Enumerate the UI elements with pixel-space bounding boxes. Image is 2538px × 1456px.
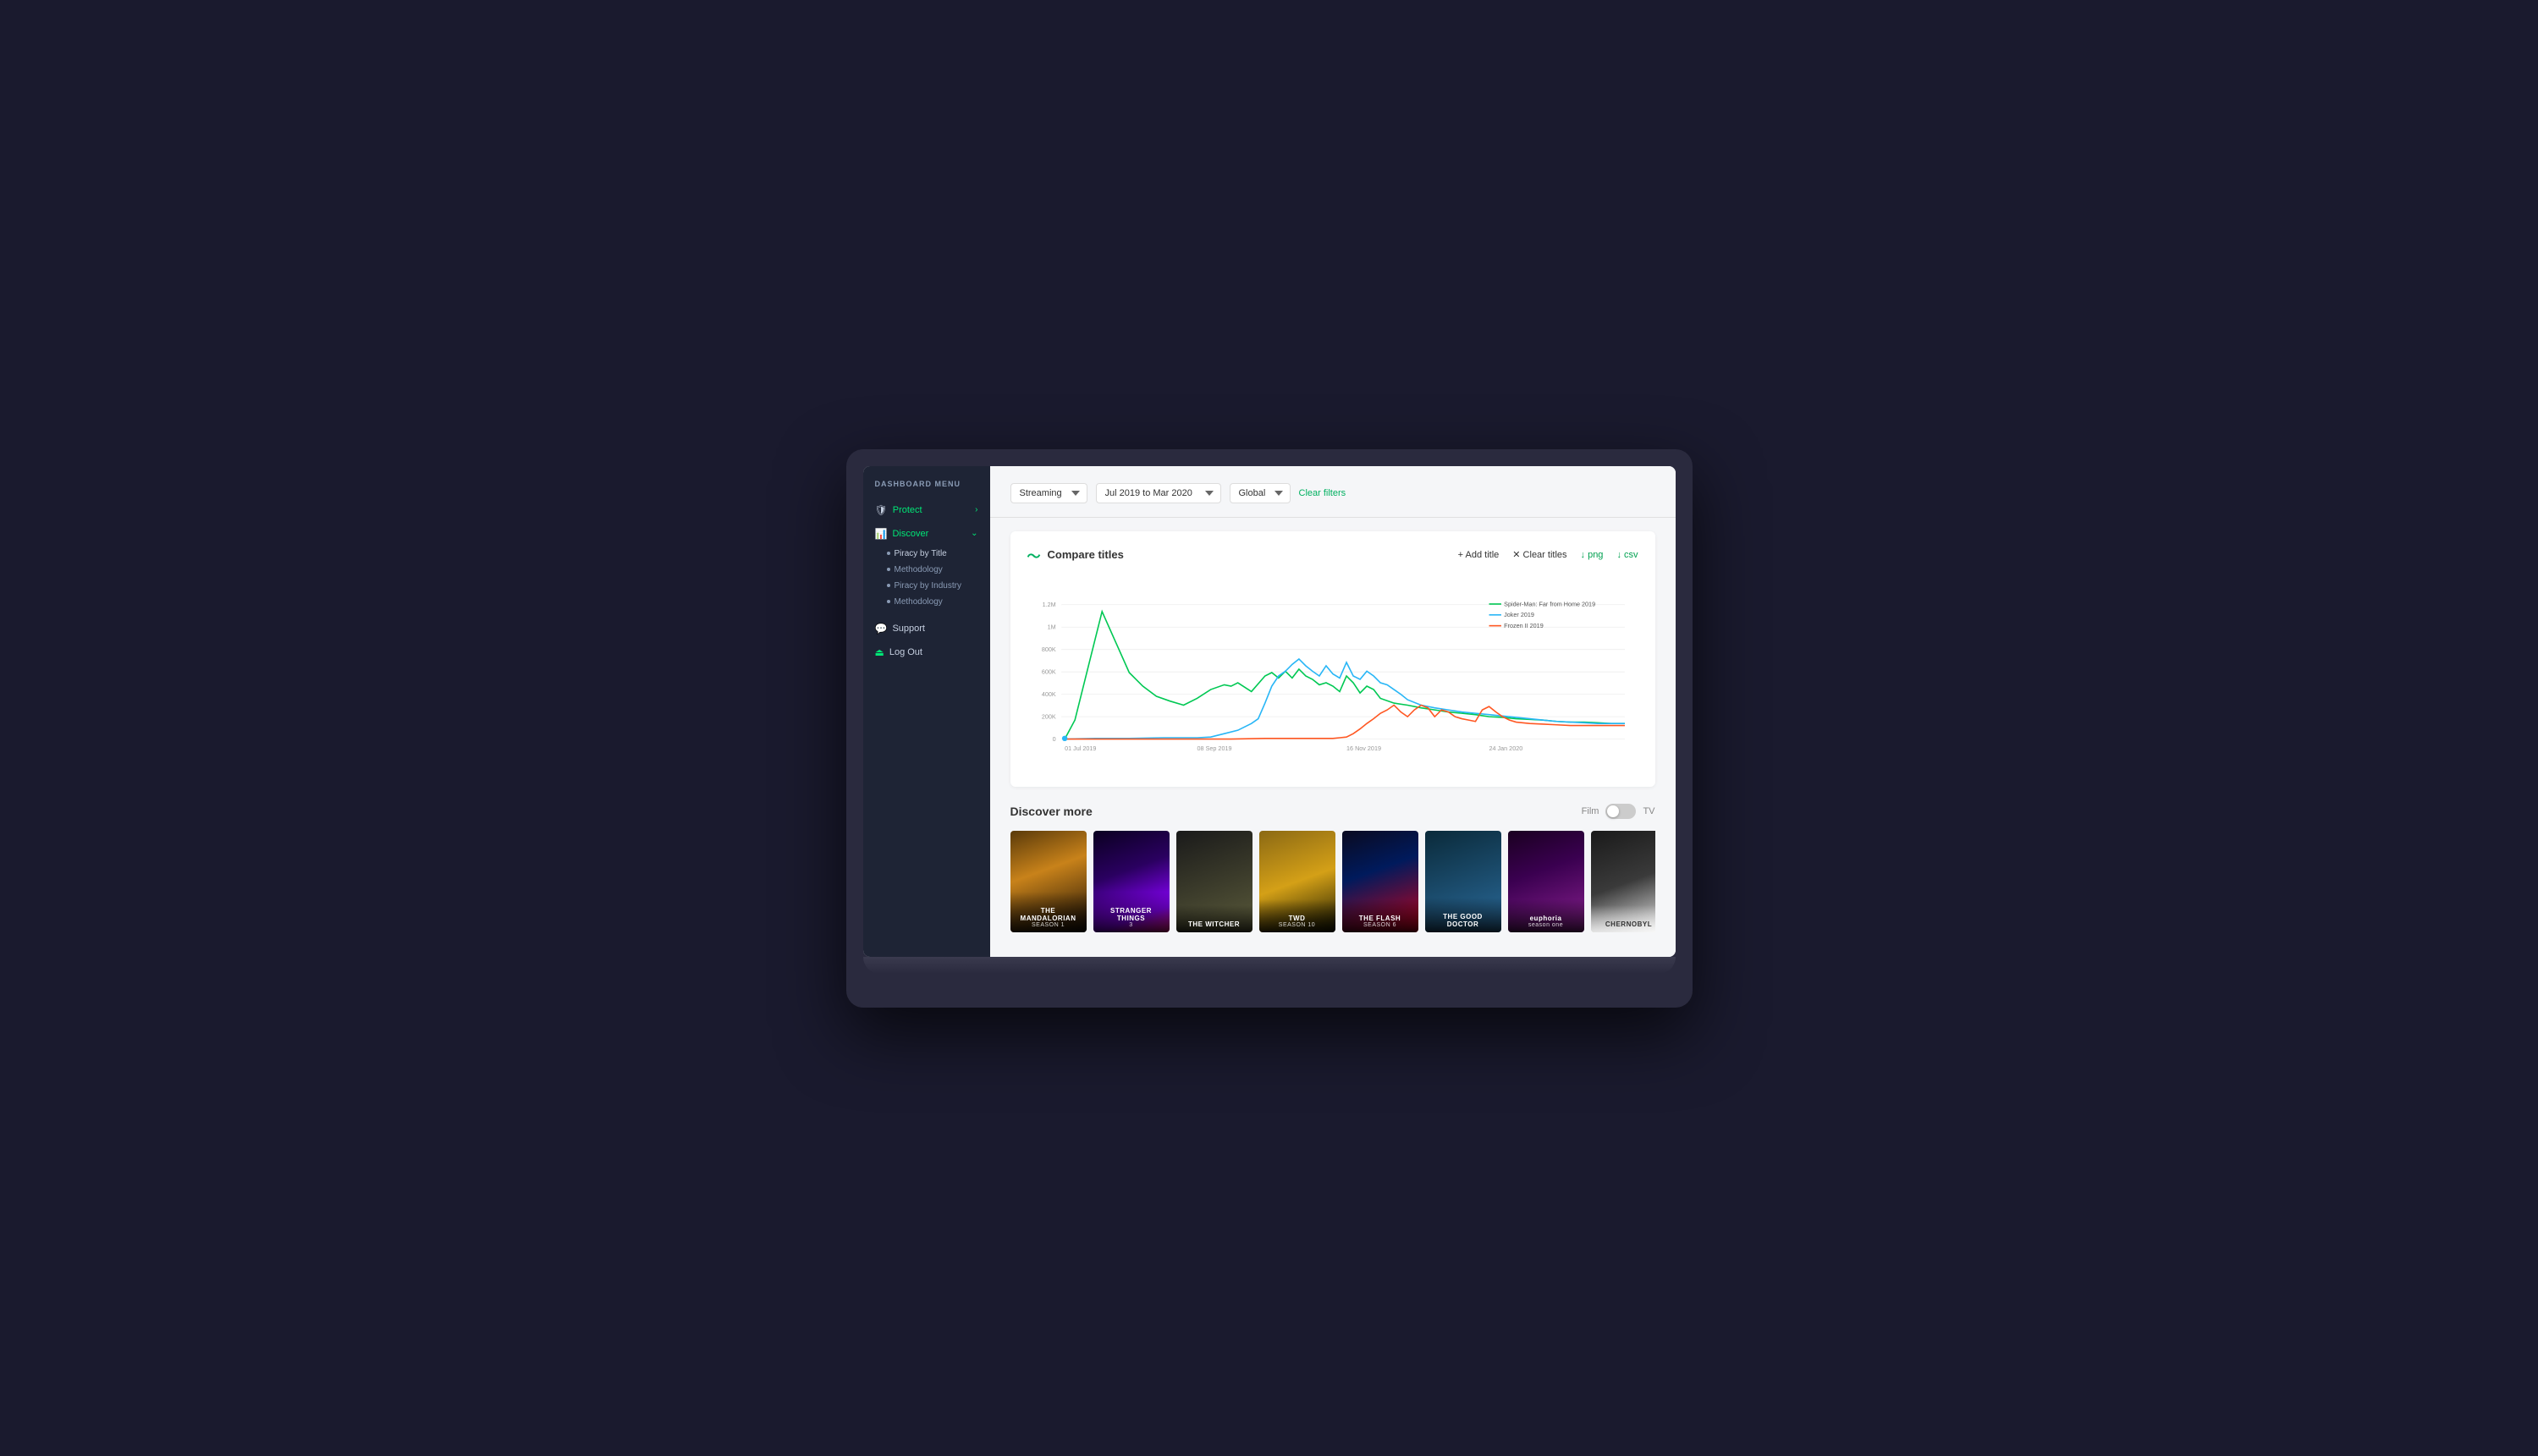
svg-text:16 Nov 2019: 16 Nov 2019 xyxy=(1346,744,1381,752)
compare-title-text: Compare titles xyxy=(1048,548,1124,561)
dot-methodology-2 xyxy=(887,600,890,603)
add-title-button[interactable]: + Add title xyxy=(1458,550,1500,560)
sidebar-label-support: Support xyxy=(892,624,925,634)
toggle-knob xyxy=(1607,805,1619,817)
film-label: Film xyxy=(1582,806,1599,816)
clear-filters-button[interactable]: Clear filters xyxy=(1299,488,1346,498)
svg-text:Frozen II 2019: Frozen II 2019 xyxy=(1504,622,1544,629)
poster-label-chernobyl: CHERNOBYL xyxy=(1591,905,1655,932)
region-filter[interactable]: Global US EU APAC xyxy=(1230,483,1291,503)
dot-piracy-industry xyxy=(887,584,890,587)
chevron-protect: › xyxy=(975,505,977,514)
streaming-filter[interactable]: Streaming Theatrical All xyxy=(1010,483,1087,503)
compare-title-block: 〜 Compare titles xyxy=(1027,545,1124,565)
chart-svg: 1.2M 1M 800K 600K 400K 200K 0 01 Jul 201… xyxy=(1027,579,1638,773)
sidebar-sub-methodology-2[interactable]: Methodology xyxy=(863,594,990,610)
poster-label-mandalorian: THE MANDALORIANSEASON 1 xyxy=(1010,892,1087,932)
sidebar-label-methodology-2: Methodology xyxy=(895,597,943,607)
date-filter[interactable]: Jul 2019 to Mar 2020 Jan 2019 to Dec 201… xyxy=(1096,483,1221,503)
svg-text:400K: 400K xyxy=(1041,690,1055,698)
discover-title: Discover more xyxy=(1010,805,1093,818)
poster-euphoria[interactable]: euphoriaseason one xyxy=(1508,831,1584,932)
compare-section: 〜 Compare titles + Add title ✕ Clear tit… xyxy=(1010,531,1655,787)
poster-label-flash: THE FLASHSEASON 6 xyxy=(1342,899,1418,932)
sidebar-item-protect[interactable]: 🛡 Protect › xyxy=(863,498,990,522)
wave-icon: 〜 xyxy=(1027,545,1041,565)
discover-header: Discover more Film TV xyxy=(1010,804,1655,819)
svg-text:1M: 1M xyxy=(1047,623,1055,630)
poster-label-gooddoctor: THE GOOD DOCTOR xyxy=(1425,898,1501,932)
filters-bar: Streaming Theatrical All Jul 2019 to Mar… xyxy=(1010,483,1655,503)
sidebar: DASHBOARD MENU 🛡 Protect › 📊 Discover ⌄ … xyxy=(863,466,990,957)
sidebar-label-piracy-industry: Piracy by Industry xyxy=(895,581,961,591)
svg-text:1.2M: 1.2M xyxy=(1042,601,1055,608)
logout-icon: ⏏ xyxy=(875,646,884,658)
sidebar-label-methodology-1: Methodology xyxy=(895,565,943,574)
export-csv-button[interactable]: ↓ csv xyxy=(1616,550,1638,560)
film-tv-toggle-area: Film TV xyxy=(1582,804,1655,819)
poster-chernobyl[interactable]: CHERNOBYL xyxy=(1591,831,1655,932)
poster-label-witcher: THE WITCHER xyxy=(1176,905,1252,932)
poster-label-twd: TWDSEASON 10 xyxy=(1259,899,1335,932)
sidebar-item-support[interactable]: 💬 Support xyxy=(863,617,990,640)
main-content: Streaming Theatrical All Jul 2019 to Mar… xyxy=(990,466,1676,957)
dot-piracy-title xyxy=(887,552,890,555)
poster-twd[interactable]: TWDSEASON 10 xyxy=(1259,831,1335,932)
discover-icon: 📊 xyxy=(875,528,888,540)
clear-titles-button[interactable]: ✕ Clear titles xyxy=(1512,549,1566,560)
filter-divider xyxy=(990,517,1676,518)
support-icon: 💬 xyxy=(875,623,888,635)
poster-gooddoctor[interactable]: THE GOOD DOCTOR xyxy=(1425,831,1501,932)
poster-label-stranger2: STRANGER THINGS3 xyxy=(1093,892,1170,932)
posters-row: THE MANDALORIANSEASON 1 STRANGER THINGS3… xyxy=(1010,831,1655,932)
dot-methodology-1 xyxy=(887,568,890,571)
svg-text:600K: 600K xyxy=(1041,668,1055,675)
sidebar-sub-methodology-1[interactable]: Methodology xyxy=(863,562,990,578)
svg-text:800K: 800K xyxy=(1041,646,1055,653)
sidebar-label-logout: Log Out xyxy=(889,647,922,657)
sidebar-item-logout[interactable]: ⏏ Log Out xyxy=(863,640,990,664)
svg-text:200K: 200K xyxy=(1041,712,1055,720)
sidebar-title: DASHBOARD MENU xyxy=(863,480,990,498)
poster-witcher[interactable]: THE WITCHER xyxy=(1176,831,1252,932)
tv-label: TV xyxy=(1643,806,1654,816)
protect-icon: 🛡 xyxy=(875,504,888,516)
svg-text:24 Jan 2020: 24 Jan 2020 xyxy=(1489,744,1522,752)
sidebar-label-protect: Protect xyxy=(893,505,922,515)
sidebar-item-discover[interactable]: 📊 Discover ⌄ xyxy=(863,522,990,546)
chevron-discover: ⌄ xyxy=(971,529,977,538)
sidebar-label-piracy-title: Piracy by Title xyxy=(895,549,947,558)
compare-actions: + Add title ✕ Clear titles ↓ png ↓ csv xyxy=(1458,549,1638,560)
poster-stranger2[interactable]: STRANGER THINGS3 xyxy=(1093,831,1170,932)
discover-section: Discover more Film TV THE MANDALORIANSEA… xyxy=(1010,804,1655,932)
svg-text:Spider-Man: Far from Home 2019: Spider-Man: Far from Home 2019 xyxy=(1504,600,1595,607)
chart-area: 1.2M 1M 800K 600K 400K 200K 0 01 Jul 201… xyxy=(1027,579,1638,773)
svg-text:Joker 2019: Joker 2019 xyxy=(1504,611,1534,618)
svg-text:01 Jul 2019: 01 Jul 2019 xyxy=(1065,744,1096,752)
export-png-button[interactable]: ↓ png xyxy=(1581,550,1604,560)
poster-mandalorian[interactable]: THE MANDALORIANSEASON 1 xyxy=(1010,831,1087,932)
sidebar-sub-piracy-industry[interactable]: Piracy by Industry xyxy=(863,578,990,594)
poster-label-euphoria: euphoriaseason one xyxy=(1508,899,1584,932)
sidebar-sub-piracy-title[interactable]: Piracy by Title xyxy=(863,546,990,562)
svg-text:0: 0 xyxy=(1052,735,1055,743)
poster-flash[interactable]: THE FLASHSEASON 6 xyxy=(1342,831,1418,932)
sidebar-label-discover: Discover xyxy=(892,529,928,539)
compare-header: 〜 Compare titles + Add title ✕ Clear tit… xyxy=(1027,545,1638,565)
svg-text:08 Sep 2019: 08 Sep 2019 xyxy=(1197,744,1231,752)
film-tv-toggle[interactable] xyxy=(1605,804,1636,819)
